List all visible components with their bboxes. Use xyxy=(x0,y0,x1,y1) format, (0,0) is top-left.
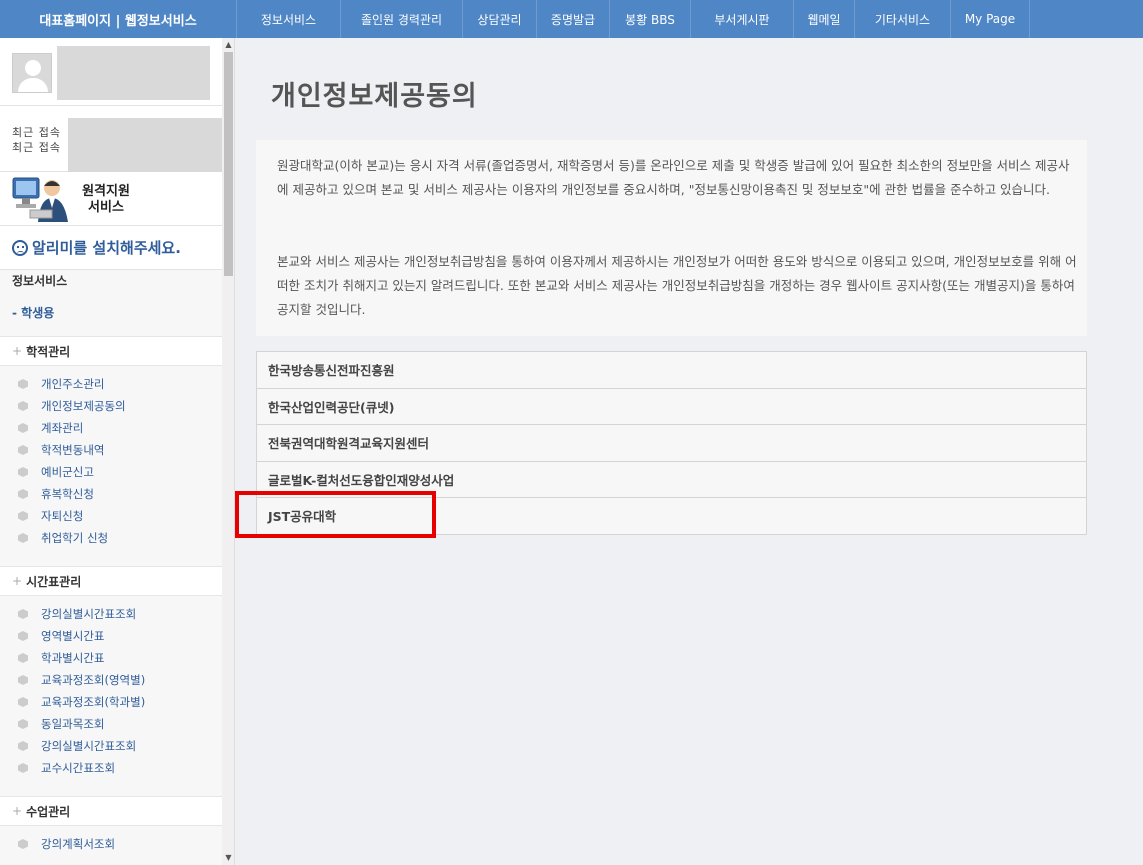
menu-same-course[interactable]: 동일과목조회 xyxy=(0,713,222,735)
cube-bullet-icon xyxy=(18,609,28,619)
menu-withdrawal[interactable]: 자퇴신청 xyxy=(0,505,222,527)
remote-support-button[interactable]: 원격지원 서비스 xyxy=(0,172,222,226)
cube-bullet-icon xyxy=(18,741,28,751)
student-menu-link[interactable]: - 학생용 xyxy=(12,304,54,321)
cube-bullet-icon xyxy=(18,467,28,477)
main-nav: 정보서비스 졸인원 경력관리 상담관리 증명발급 봉황 BBS 부서게시판 웹메… xyxy=(237,0,1030,38)
menu-curriculum-area[interactable]: 교육과정조회(영역별) xyxy=(0,669,222,691)
cube-bullet-icon xyxy=(18,763,28,773)
alarm-install-link[interactable]: 알리미를 설치해주세요. xyxy=(0,226,222,270)
cube-bullet-icon xyxy=(18,511,28,521)
cube-bullet-icon xyxy=(18,445,28,455)
menu-professor-timetable[interactable]: 교수시간표조회 xyxy=(0,757,222,779)
menu-leave-return[interactable]: 휴복학신청 xyxy=(0,483,222,505)
cube-bullet-icon xyxy=(18,423,28,433)
nav-dept-board[interactable]: 부서게시판 xyxy=(691,0,794,38)
sidebar: 최근 접속 최근 접속 원격지원 서비스 알리미를 설치해주세요. 정보서비스 … xyxy=(0,38,235,865)
sidebar-content: 최근 접속 최근 접속 원격지원 서비스 알리미를 설치해주세요. 정보서비스 … xyxy=(0,38,234,865)
nav-webmail[interactable]: 웹메일 xyxy=(794,0,855,38)
remote-support-icon xyxy=(12,177,68,222)
institution-item[interactable]: 한국산업인력공단(큐넷) xyxy=(256,388,1087,425)
sidebar-scrollbar[interactable]: ▲ ▼ xyxy=(222,38,234,865)
menu-area-timetable[interactable]: 영역별시간표 xyxy=(0,625,222,647)
institution-item[interactable]: 한국방송통신전파진흥원 xyxy=(256,352,1087,389)
group-academic-records[interactable]: + 학적관리 xyxy=(0,336,222,366)
nav-counseling[interactable]: 상담관리 xyxy=(463,0,537,38)
notice-paragraph-2: 본교와 서비스 제공사는 개인정보취급방침을 통하여 이용자께서 제공하시는 개… xyxy=(277,254,1077,317)
group-class-management[interactable]: + 수업관리 xyxy=(0,796,222,826)
menu-curriculum-dept[interactable]: 교육과정조회(학과별) xyxy=(0,691,222,713)
plus-icon: + xyxy=(12,574,23,588)
sad-face-icon xyxy=(12,239,28,256)
redacted-login-info xyxy=(68,118,234,172)
menu-employment-semester[interactable]: 취업학기 신청 xyxy=(0,527,222,549)
section-title-info-service: 정보서비스 xyxy=(12,274,68,288)
menu-account[interactable]: 계좌관리 xyxy=(0,417,222,439)
institution-item[interactable]: 전북권역대학원격교육지원센터 xyxy=(256,425,1087,462)
scroll-thumb[interactable] xyxy=(224,52,233,276)
scroll-down-icon[interactable]: ▼ xyxy=(222,853,234,863)
group-timetable[interactable]: + 시간표관리 xyxy=(0,566,222,596)
nav-other-services[interactable]: 기타서비스 xyxy=(855,0,951,38)
last-login-label: 최근 접속 xyxy=(12,126,61,139)
menu-record-changes[interactable]: 학적변동내역 xyxy=(0,439,222,461)
cube-bullet-icon xyxy=(18,653,28,663)
alarm-install-label: 알리미를 설치해주세요. xyxy=(32,239,181,257)
menu-room-timetable-2[interactable]: 강의실별시간표조회 xyxy=(0,735,222,757)
notice-paragraph-1: 원광대학교(이하 본교)는 응시 자격 서류(졸업증명서, 재학증명서 등)를 … xyxy=(277,158,1070,197)
cube-bullet-icon xyxy=(18,631,28,641)
remote-support-label: 원격지원 서비스 xyxy=(82,184,130,215)
login-info-panel: 최근 접속 최근 접속 xyxy=(0,106,234,172)
nav-info-service[interactable]: 정보서비스 xyxy=(237,0,341,38)
cube-bullet-icon xyxy=(18,675,28,685)
menu-room-timetable[interactable]: 강의실별시간표조회 xyxy=(0,603,222,625)
redacted-profile-info xyxy=(57,46,210,100)
nav-my-page[interactable]: My Page xyxy=(951,0,1030,38)
menu-syllabus[interactable]: 강의계획서조회 xyxy=(0,833,222,855)
avatar-icon xyxy=(12,53,52,93)
last-login-label: 최근 접속 xyxy=(12,141,61,154)
cube-bullet-icon xyxy=(18,401,28,411)
nav-bbs[interactable]: 봉황 BBS xyxy=(610,0,691,38)
top-nav-bar: 대표홈페이지 | 웹정보서비스 정보서비스 졸인원 경력관리 상담관리 증명발급… xyxy=(0,0,1143,38)
menu-address[interactable]: 개인주소관리 xyxy=(0,373,222,395)
menu-privacy-consent[interactable]: 개인정보제공동의 xyxy=(0,395,222,417)
menu-dept-timetable[interactable]: 학과별시간표 xyxy=(0,647,222,669)
nav-certificates[interactable]: 증명발급 xyxy=(537,0,610,38)
plus-icon: + xyxy=(12,804,23,818)
menu-reserve-forces[interactable]: 예비군신고 xyxy=(0,461,222,483)
privacy-notice-box: 원광대학교(이하 본교)는 응시 자격 서류(졸업증명서, 재학증명서 등)를 … xyxy=(256,140,1087,336)
cube-bullet-icon xyxy=(18,697,28,707)
cube-bullet-icon xyxy=(18,533,28,543)
nav-career[interactable]: 졸인원 경력관리 xyxy=(341,0,463,38)
red-highlight-box xyxy=(235,491,436,538)
cube-bullet-icon xyxy=(18,489,28,499)
cube-bullet-icon xyxy=(18,839,28,849)
profile-panel xyxy=(0,38,222,106)
page-title: 개인정보제공동의 xyxy=(271,81,478,112)
cube-bullet-icon xyxy=(18,379,28,389)
cube-bullet-icon xyxy=(18,719,28,729)
plus-icon: + xyxy=(12,344,23,358)
brand-link[interactable]: 대표홈페이지 | 웹정보서비스 xyxy=(0,0,237,38)
scroll-up-icon[interactable]: ▲ xyxy=(222,40,234,50)
